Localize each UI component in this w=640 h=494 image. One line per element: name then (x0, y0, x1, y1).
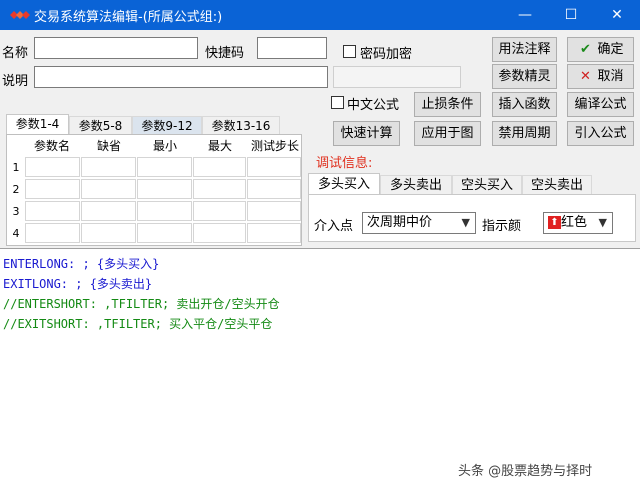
import-formula-button[interactable]: 引入公式 (567, 121, 634, 146)
param-cell[interactable] (137, 157, 192, 177)
indicator-color-label: 指示颜 (482, 219, 522, 234)
param-cell[interactable] (25, 179, 80, 199)
tab-long-sell[interactable]: 多头卖出 (380, 175, 452, 195)
chevron-down-icon: ▼ (598, 216, 607, 229)
code-line: EXITLONG: ; {多头卖出} (3, 277, 153, 291)
checkmark-icon: ✔ (580, 42, 591, 57)
entry-point-select[interactable]: 次周期中价 ▼ (362, 212, 476, 234)
description-extra-field (333, 66, 461, 88)
cancel-label: 取消 (597, 69, 624, 84)
column-header-min: 最小 (152, 139, 177, 153)
column-header-max: 最大 (207, 139, 232, 153)
shortcut-label: 快捷码 (205, 46, 245, 61)
password-checkbox[interactable] (343, 45, 356, 58)
param-cell[interactable] (247, 179, 301, 199)
shortcut-input[interactable] (257, 37, 327, 59)
color-swatch-icon: ⬆ (548, 216, 561, 229)
row-number: 1 (12, 161, 20, 174)
row-number: 3 (12, 205, 20, 218)
title-bar: 交易系统算法编辑-(所属公式组:) — ☐ ✕ (0, 0, 640, 30)
tab-params-9-12[interactable]: 参数9-12 (132, 116, 202, 136)
param-cell[interactable] (25, 201, 80, 221)
confirm-button[interactable]: ✔ 确定 (567, 37, 634, 62)
cancel-button[interactable]: ✕ 取消 (567, 64, 634, 89)
quick-calc-button[interactable]: 快速计算 (333, 121, 400, 146)
stop-loss-button[interactable]: 止损条件 (414, 92, 481, 117)
debug-info-label: 调试信息: (316, 156, 373, 171)
compile-button[interactable]: 编译公式 (567, 92, 634, 117)
param-cell[interactable] (81, 157, 136, 177)
minimize-button[interactable]: — (502, 0, 548, 30)
param-cell[interactable] (137, 179, 192, 199)
tab-params-1-4[interactable]: 参数1-4 (6, 114, 69, 136)
tab-params-13-16[interactable]: 参数13-16 (202, 116, 280, 136)
usage-notes-button[interactable]: 用法注释 (492, 37, 557, 62)
apply-to-chart-button[interactable]: 应用于图 (414, 121, 481, 146)
parameter-grid: 参数名 缺省 最小 最大 测试步长 1 2 3 4 (6, 134, 302, 246)
confirm-label: 确定 (597, 42, 624, 57)
formula-editor[interactable]: ENTERLONG: ; {多头买入} EXITLONG: ; {多头卖出} /… (0, 248, 640, 494)
column-header-param-name: 参数名 (33, 139, 70, 153)
param-cell[interactable] (25, 223, 80, 243)
param-cell[interactable] (193, 201, 246, 221)
param-cell[interactable] (81, 201, 136, 221)
param-cell[interactable] (193, 157, 246, 177)
column-header-default: 缺省 (96, 139, 121, 153)
param-cell[interactable] (247, 157, 301, 177)
param-cell[interactable] (137, 201, 192, 221)
code-line: //EXITSHORT: ,TFILTER; 买入平仓/空头平仓 (3, 317, 273, 331)
watermark-text: 头条 @股票趋势与择时 (458, 464, 593, 479)
tab-short-sell[interactable]: 空头卖出 (522, 175, 592, 195)
code-line: ENTERLONG: ; {多头买入} (3, 257, 160, 271)
param-cell[interactable] (25, 157, 80, 177)
cross-icon: ✕ (580, 69, 591, 84)
indicator-color-value: 红色 (561, 215, 588, 230)
chevron-down-icon: ▼ (461, 216, 470, 229)
param-cell[interactable] (137, 223, 192, 243)
code-line: //ENTERSHORT: ,TFILTER; 卖出开仓/空头开仓 (3, 297, 280, 311)
insert-function-button[interactable]: 插入函数 (492, 92, 557, 117)
param-cell[interactable] (81, 179, 136, 199)
indicator-color-select[interactable]: ⬆ 红色 ▼ (543, 212, 613, 234)
tab-long-buy[interactable]: 多头买入 (308, 173, 380, 196)
param-cell[interactable] (247, 201, 301, 221)
maximize-button[interactable]: ☐ (548, 0, 594, 30)
signal-tab-panel: 介入点 次周期中价 ▼ 指示颜 ⬆ 红色 ▼ (308, 194, 636, 242)
tab-params-5-8[interactable]: 参数5-8 (69, 116, 132, 136)
entry-point-value: 次周期中价 (367, 215, 433, 230)
close-button[interactable]: ✕ (594, 0, 640, 30)
app-logo-icon (10, 11, 30, 19)
description-label: 说明 (2, 74, 29, 89)
disable-period-button[interactable]: 禁用周期 (492, 121, 557, 146)
chinese-formula-label: 中文公式 (347, 98, 400, 113)
param-cell[interactable] (247, 223, 301, 243)
row-number: 2 (12, 183, 20, 196)
chinese-formula-checkbox[interactable] (331, 96, 344, 109)
param-wizard-button[interactable]: 参数精灵 (492, 64, 557, 89)
entry-point-label: 介入点 (314, 219, 354, 234)
name-label: 名称 (2, 46, 29, 61)
password-label: 密码加密 (360, 47, 413, 62)
row-number: 4 (12, 227, 20, 240)
column-header-step: 测试步长 (250, 139, 299, 153)
param-cell[interactable] (193, 179, 246, 199)
description-input[interactable] (34, 66, 328, 88)
param-cell[interactable] (193, 223, 246, 243)
tab-short-buy[interactable]: 空头买入 (452, 175, 522, 195)
param-cell[interactable] (81, 223, 136, 243)
name-input[interactable] (34, 37, 198, 59)
window-title: 交易系统算法编辑-(所属公式组:) (34, 10, 223, 25)
